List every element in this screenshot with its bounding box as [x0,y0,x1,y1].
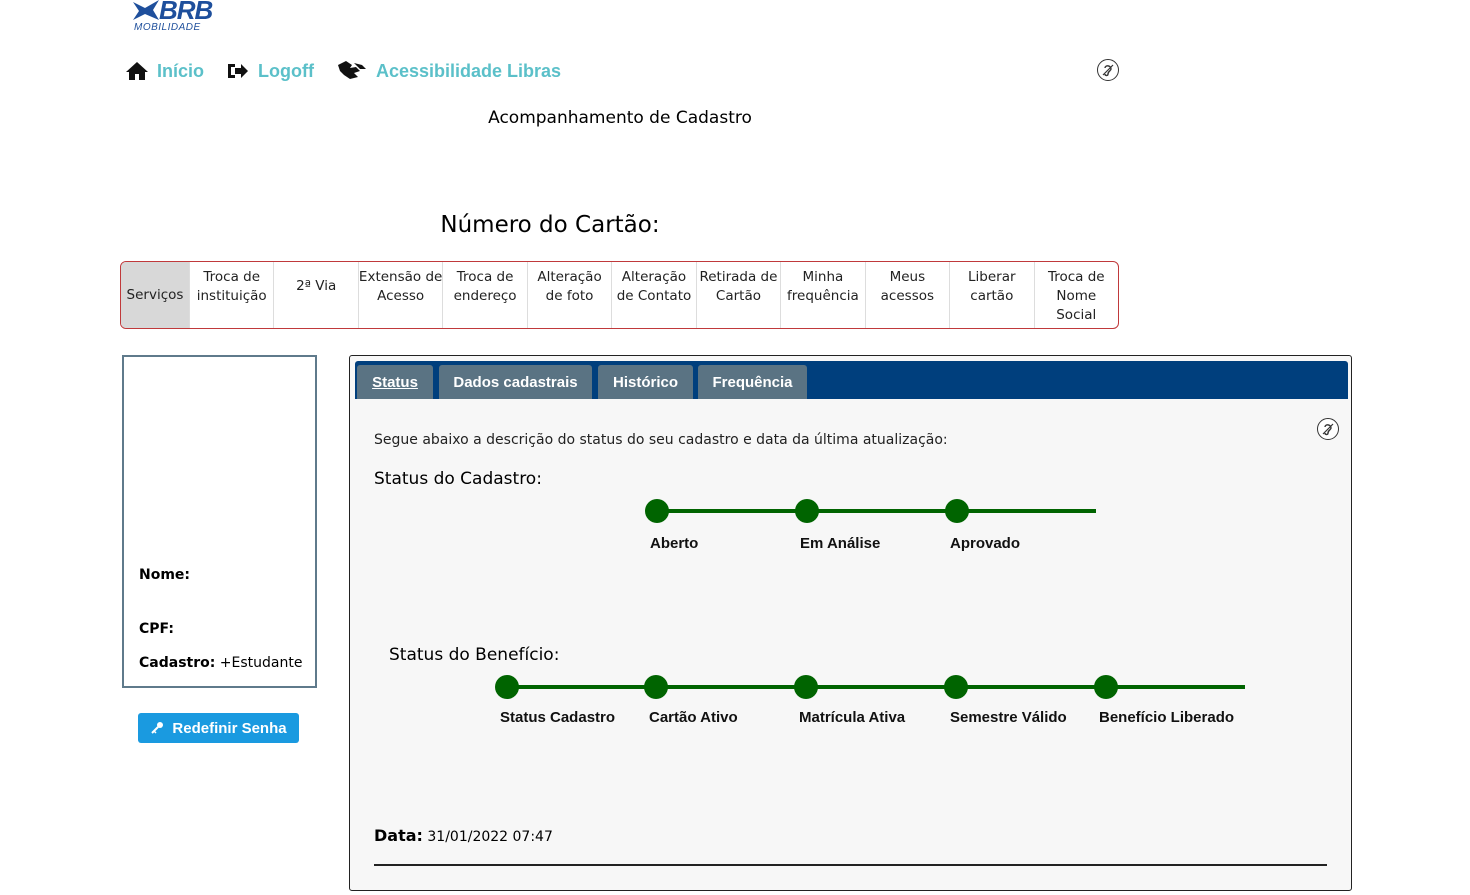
service-troca-nome-social[interactable]: Troca de Nome Social [1033,262,1118,328]
services-menu: Serviços Troca de instituição 2ª Via Ext… [120,261,1119,329]
nav-inicio[interactable]: Início [125,61,204,82]
last-update-row: Data: 31/01/2022 07:47 [374,826,553,845]
home-icon [126,62,148,80]
cadastro-step-label: Aberto [650,535,699,552]
profile-card: Nome: CPF: Cadastro: +Estudante [122,355,317,688]
beneficio-step-label: Cartão Ativo [649,709,738,726]
service-alteracao-foto[interactable]: Alteração de foto [526,262,611,328]
top-nav: Início Logoff Acessibilidade Libras [125,56,583,86]
service-servicos[interactable]: Serviços [121,262,189,328]
brb-logo: BRB MOBILIDADE [131,0,221,36]
reset-password-label: Redefinir Senha [172,719,287,737]
beneficio-step-dot [644,675,668,699]
reset-password-button[interactable]: Redefinir Senha [138,713,299,743]
cadastro-label: Cadastro: [139,655,216,671]
beneficio-step-dot [794,675,818,699]
logout-icon [228,64,249,78]
cpf-label: CPF: [139,621,174,637]
cadastro-progress-track [495,499,1245,699]
service-troca-instituicao[interactable]: Troca de instituição [189,262,273,328]
cadastro-step-dot [795,499,819,523]
profile-nome: Nome: [139,567,190,583]
card-number-label: Número do Cartão: [440,212,660,238]
key-icon [151,722,164,734]
nome-label: Nome: [139,567,191,583]
cadastro-step-dot [945,499,969,523]
beneficio-step-label: Status Cadastro [500,709,616,726]
nav-inicio-label: Início [157,60,205,81]
nav-libras-label: Acessibilidade Libras [375,60,562,81]
cadastro-value: +Estudante [219,655,303,671]
beneficio-status-heading: Status do Benefício: [389,645,560,665]
service-alteracao-contato[interactable]: Alteração de Contato [611,262,695,328]
service-troca-endereco[interactable]: Troca de endereço [442,262,526,328]
beneficio-step-label: Matrícula Ativa [799,709,906,726]
beneficio-step-dot [1094,675,1118,699]
date-value: 31/01/2022 07:47 [427,829,553,845]
nav-libras[interactable]: Acessibilidade Libras [336,59,561,83]
profile-cadastro: Cadastro: +Estudante [139,655,302,671]
page-title: Acompanhamento de Cadastro [488,108,752,128]
divider [374,864,1327,866]
sign-language-icon [337,61,366,79]
status-panel: Status Dados cadastrais Histórico Frequê… [349,355,1352,891]
service-retirada-cartao[interactable]: Retirada de Cartão [695,262,780,328]
cadastro-step-label: Em Análise [800,535,881,552]
service-liberar-cartao[interactable]: Liberar cartão [949,262,1033,328]
beneficio-step-dot [944,675,968,699]
service-meus-acessos[interactable]: Meus acessos [864,262,949,328]
logo-subtitle: MOBILIDADE [134,22,201,33]
cadastro-step-dot [645,499,669,523]
brb-plane-icon [133,0,159,20]
profile-cpf: CPF: [139,621,174,637]
beneficio-step-label: Semestre Válido [950,709,1067,726]
service-segunda-via[interactable]: 2ª Via [273,262,357,328]
beneficio-step-label: Benefício Liberado [1099,709,1235,726]
service-extensao-acesso[interactable]: Extensão de Acesso [357,262,442,328]
service-minha-frequencia[interactable]: Minha frequência [780,262,864,328]
hearing-accessibility-icon[interactable] [1097,59,1119,81]
cadastro-step-label: Aprovado [950,535,1021,552]
beneficio-step-dot [495,675,519,699]
nav-logoff[interactable]: Logoff [226,61,314,82]
nav-logoff-label: Logoff [258,60,314,81]
date-label: Data: [374,826,423,845]
